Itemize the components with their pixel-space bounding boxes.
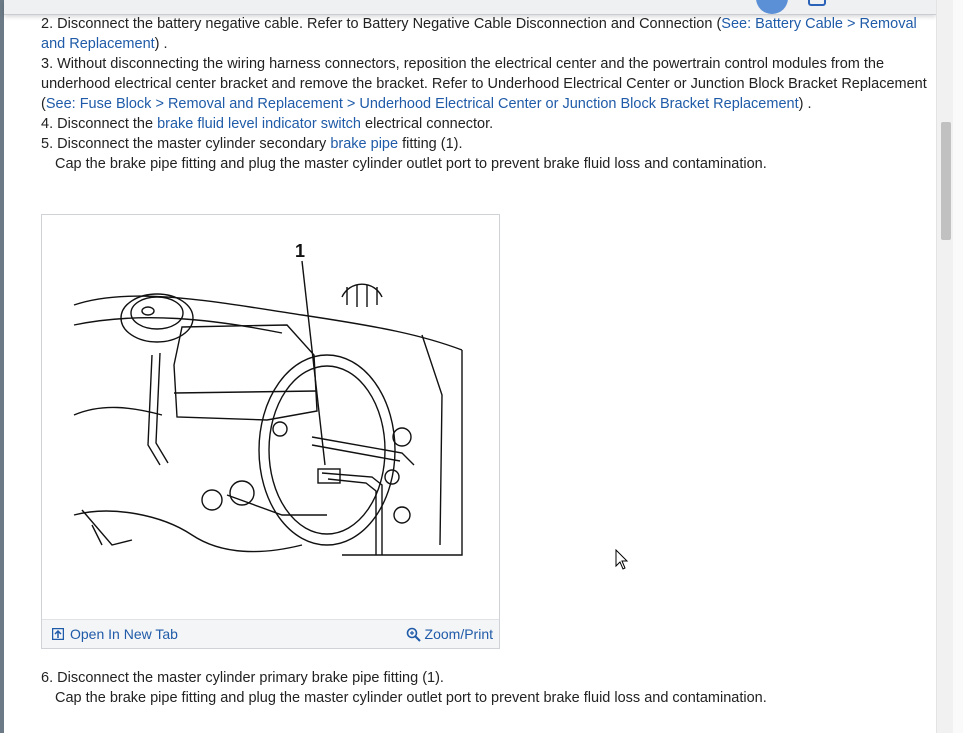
step-6-note: Cap the brake pipe fitting and plug the … [55, 690, 767, 706]
master-cylinder-illustration: 1 [73, 241, 463, 556]
fluid-level-switch-link[interactable]: brake fluid level indicator switch [157, 116, 361, 132]
notification-icon[interactable] [808, 0, 826, 6]
step-2: 2. Disconnect the battery negative cable… [41, 16, 917, 52]
step-3: 3. Without disconnecting the wiring harn… [41, 56, 927, 112]
scrollbar-thumb[interactable] [941, 122, 951, 240]
step-6-block: 6. Disconnect the master cylinder primar… [41, 668, 931, 708]
figure-master-cylinder: 1 Open In New Tab Zoom/Print [41, 214, 500, 649]
step-4: 4. Disconnect the brake fluid level indi… [41, 116, 494, 132]
figure-footer: Open In New Tab Zoom/Print [42, 619, 499, 648]
top-toolbar [4, 0, 936, 15]
open-in-new-tab-button[interactable]: Open In New Tab [52, 626, 178, 642]
zoom-print-label: Zoom/Print [424, 626, 493, 642]
open-new-tab-icon [52, 628, 64, 640]
zoom-print-button[interactable]: Zoom/Print [406, 626, 493, 642]
callout-label: 1 [295, 241, 305, 261]
mouse-cursor-icon [615, 549, 629, 570]
brake-pipe-link[interactable]: brake pipe [330, 136, 398, 152]
window-left-edge [0, 0, 4, 733]
step-5-note: Cap the brake pipe fitting and plug the … [55, 156, 767, 172]
window-right-edge [953, 0, 963, 733]
step-6: 6. Disconnect the master cylinder primar… [41, 670, 444, 686]
step-5: 5. Disconnect the master cylinder second… [41, 136, 463, 152]
vertical-scrollbar[interactable] [936, 0, 954, 733]
fuse-block-link[interactable]: See: Fuse Block > Removal and Replacemen… [46, 96, 799, 112]
zoom-magnifier-icon [406, 627, 421, 642]
avatar[interactable] [756, 0, 788, 14]
open-tab-label: Open In New Tab [70, 626, 178, 642]
procedure-steps: 2. Disconnect the battery negative cable… [41, 14, 931, 174]
